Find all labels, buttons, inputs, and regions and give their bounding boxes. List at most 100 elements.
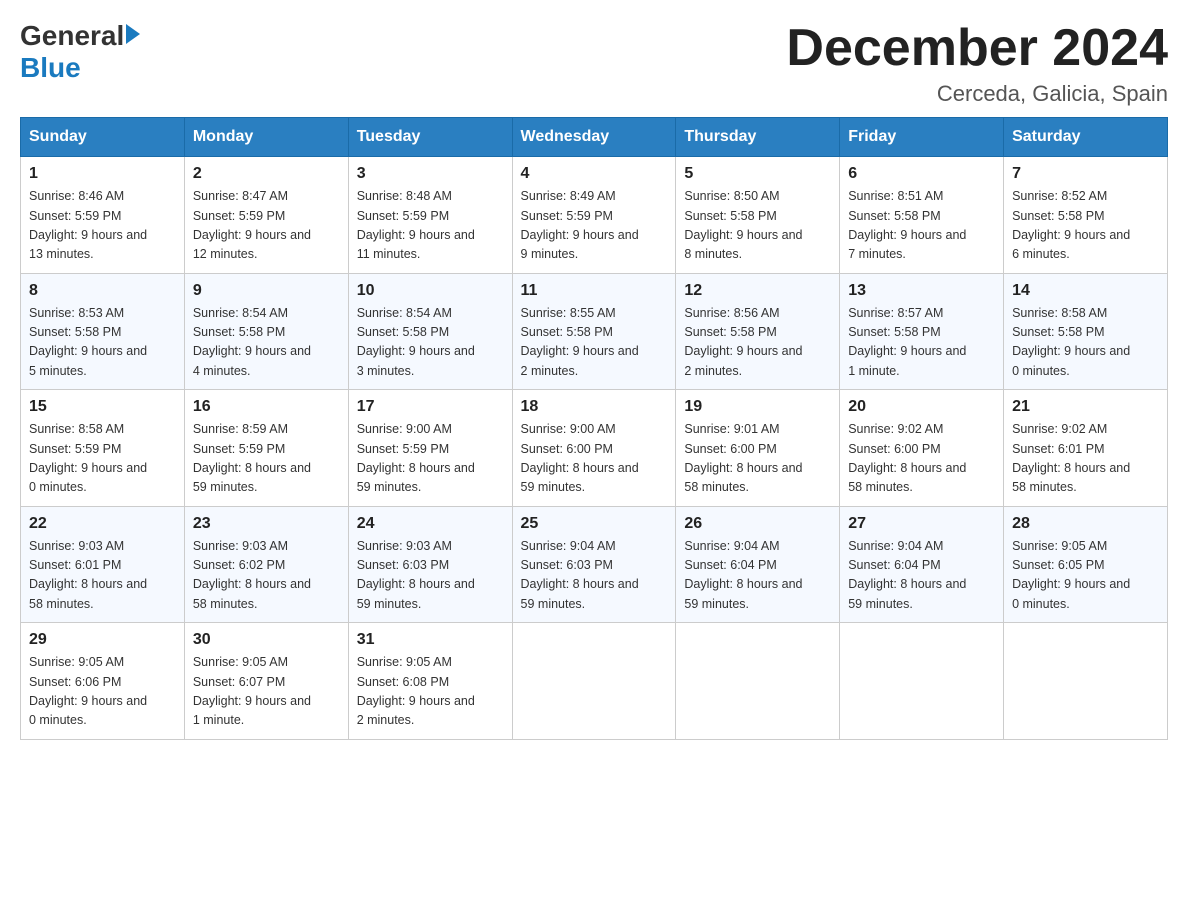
day-info: Sunrise: 8:52 AMSunset: 5:58 PMDaylight:…: [1012, 187, 1159, 265]
day-number: 9: [193, 282, 340, 300]
day-number: 17: [357, 398, 504, 416]
day-info: Sunrise: 8:54 AMSunset: 5:58 PMDaylight:…: [357, 304, 504, 382]
calendar-cell: 9 Sunrise: 8:54 AMSunset: 5:58 PMDaylight…: [184, 273, 348, 390]
calendar-cell: 4 Sunrise: 8:49 AMSunset: 5:59 PMDaylight…: [512, 157, 676, 274]
day-info: Sunrise: 8:58 AMSunset: 5:59 PMDaylight:…: [29, 420, 176, 498]
day-number: 30: [193, 631, 340, 649]
calendar-cell: 16 Sunrise: 8:59 AMSunset: 5:59 PMDayligh…: [184, 390, 348, 507]
weekday-header-thursday: Thursday: [676, 118, 840, 157]
calendar-cell: 11 Sunrise: 8:55 AMSunset: 5:58 PMDayligh…: [512, 273, 676, 390]
day-info: Sunrise: 8:53 AMSunset: 5:58 PMDaylight:…: [29, 304, 176, 382]
day-info: Sunrise: 8:50 AMSunset: 5:58 PMDaylight:…: [684, 187, 831, 265]
day-info: Sunrise: 8:58 AMSunset: 5:58 PMDaylight:…: [1012, 304, 1159, 382]
day-number: 4: [521, 165, 668, 183]
calendar-cell: 14 Sunrise: 8:58 AMSunset: 5:58 PMDayligh…: [1004, 273, 1168, 390]
calendar-week-row: 8 Sunrise: 8:53 AMSunset: 5:58 PMDaylight…: [21, 273, 1168, 390]
calendar-cell: 7Sunrise: 8:52 AMSunset: 5:58 PMDaylight…: [1004, 157, 1168, 274]
calendar-cell: 2Sunrise: 8:47 AMSunset: 5:59 PMDaylight…: [184, 157, 348, 274]
day-info: Sunrise: 9:05 AMSunset: 6:05 PMDaylight:…: [1012, 537, 1159, 615]
day-info: Sunrise: 9:03 AMSunset: 6:03 PMDaylight:…: [357, 537, 504, 615]
calendar-week-row: 15 Sunrise: 8:58 AMSunset: 5:59 PMDayligh…: [21, 390, 1168, 507]
calendar-cell: 18 Sunrise: 9:00 AMSunset: 6:00 PMDayligh…: [512, 390, 676, 507]
day-number: 20: [848, 398, 995, 416]
calendar-cell: [676, 623, 840, 740]
day-number: 1: [29, 165, 176, 183]
calendar-cell: 15 Sunrise: 8:58 AMSunset: 5:59 PMDayligh…: [21, 390, 185, 507]
day-info: Sunrise: 9:02 AMSunset: 6:01 PMDaylight:…: [1012, 420, 1159, 498]
logo-blue-text: Blue: [20, 52, 81, 84]
day-number: 24: [357, 515, 504, 533]
calendar-cell: 5 Sunrise: 8:50 AMSunset: 5:58 PMDaylight…: [676, 157, 840, 274]
calendar-cell: 6Sunrise: 8:51 AMSunset: 5:58 PMDaylight…: [840, 157, 1004, 274]
day-info: Sunrise: 8:46 AMSunset: 5:59 PMDaylight:…: [29, 187, 176, 265]
calendar-cell: 3 Sunrise: 8:48 AMSunset: 5:59 PMDaylight…: [348, 157, 512, 274]
calendar-cell: 12Sunrise: 8:56 AMSunset: 5:58 PMDayligh…: [676, 273, 840, 390]
day-number: 11: [521, 282, 668, 300]
day-info: Sunrise: 8:51 AMSunset: 5:58 PMDaylight:…: [848, 187, 995, 265]
day-number: 8: [29, 282, 176, 300]
day-info: Sunrise: 9:05 AMSunset: 6:07 PMDaylight:…: [193, 653, 340, 731]
day-number: 23: [193, 515, 340, 533]
calendar-cell: 28 Sunrise: 9:05 AMSunset: 6:05 PMDayligh…: [1004, 506, 1168, 623]
day-number: 18: [521, 398, 668, 416]
day-number: 15: [29, 398, 176, 416]
month-year-title: December 2024: [786, 20, 1168, 77]
day-info: Sunrise: 9:00 AMSunset: 6:00 PMDaylight:…: [521, 420, 668, 498]
calendar-cell: 21 Sunrise: 9:02 AMSunset: 6:01 PMDayligh…: [1004, 390, 1168, 507]
day-number: 27: [848, 515, 995, 533]
day-info: Sunrise: 9:00 AMSunset: 5:59 PMDaylight:…: [357, 420, 504, 498]
day-info: Sunrise: 8:55 AMSunset: 5:58 PMDaylight:…: [521, 304, 668, 382]
day-info: Sunrise: 9:01 AMSunset: 6:00 PMDaylight:…: [684, 420, 831, 498]
calendar-cell: 26 Sunrise: 9:04 AMSunset: 6:04 PMDayligh…: [676, 506, 840, 623]
calendar-header-row: SundayMondayTuesdayWednesdayThursdayFrid…: [21, 118, 1168, 157]
calendar-cell: 17 Sunrise: 9:00 AMSunset: 5:59 PMDayligh…: [348, 390, 512, 507]
calendar-cell: [840, 623, 1004, 740]
calendar-cell: 31 Sunrise: 9:05 AMSunset: 6:08 PMDayligh…: [348, 623, 512, 740]
location-subtitle: Cerceda, Galicia, Spain: [786, 81, 1168, 107]
weekday-header-tuesday: Tuesday: [348, 118, 512, 157]
calendar-cell: 10 Sunrise: 8:54 AMSunset: 5:58 PMDayligh…: [348, 273, 512, 390]
day-number: 21: [1012, 398, 1159, 416]
day-number: 16: [193, 398, 340, 416]
day-info: Sunrise: 9:03 AMSunset: 6:02 PMDaylight:…: [193, 537, 340, 615]
weekday-header-sunday: Sunday: [21, 118, 185, 157]
day-number: 14: [1012, 282, 1159, 300]
day-number: 5: [684, 165, 831, 183]
day-number: 31: [357, 631, 504, 649]
calendar-week-row: 22Sunrise: 9:03 AMSunset: 6:01 PMDayligh…: [21, 506, 1168, 623]
day-info: Sunrise: 8:57 AMSunset: 5:58 PMDaylight:…: [848, 304, 995, 382]
day-number: 26: [684, 515, 831, 533]
weekday-header-wednesday: Wednesday: [512, 118, 676, 157]
calendar-week-row: 1 Sunrise: 8:46 AMSunset: 5:59 PMDaylight…: [21, 157, 1168, 274]
day-info: Sunrise: 8:48 AMSunset: 5:59 PMDaylight:…: [357, 187, 504, 265]
logo: General Blue: [20, 20, 140, 84]
calendar-cell: 25 Sunrise: 9:04 AMSunset: 6:03 PMDayligh…: [512, 506, 676, 623]
calendar-cell: 29 Sunrise: 9:05 AMSunset: 6:06 PMDayligh…: [21, 623, 185, 740]
weekday-header-monday: Monday: [184, 118, 348, 157]
day-info: Sunrise: 9:04 AMSunset: 6:04 PMDaylight:…: [684, 537, 831, 615]
day-info: Sunrise: 8:56 AMSunset: 5:58 PMDaylight:…: [684, 304, 831, 382]
page-header: General Blue December 2024 Cerceda, Gali…: [20, 20, 1168, 107]
day-number: 22: [29, 515, 176, 533]
calendar-cell: 23 Sunrise: 9:03 AMSunset: 6:02 PMDayligh…: [184, 506, 348, 623]
weekday-header-saturday: Saturday: [1004, 118, 1168, 157]
day-number: 3: [357, 165, 504, 183]
day-info: Sunrise: 8:49 AMSunset: 5:59 PMDaylight:…: [521, 187, 668, 265]
day-number: 10: [357, 282, 504, 300]
title-section: December 2024 Cerceda, Galicia, Spain: [786, 20, 1168, 107]
day-info: Sunrise: 9:05 AMSunset: 6:08 PMDaylight:…: [357, 653, 504, 731]
day-info: Sunrise: 8:59 AMSunset: 5:59 PMDaylight:…: [193, 420, 340, 498]
day-number: 25: [521, 515, 668, 533]
day-info: Sunrise: 8:47 AMSunset: 5:59 PMDaylight:…: [193, 187, 340, 265]
calendar-cell: [1004, 623, 1168, 740]
calendar-cell: 1 Sunrise: 8:46 AMSunset: 5:59 PMDaylight…: [21, 157, 185, 274]
calendar-cell: 24 Sunrise: 9:03 AMSunset: 6:03 PMDayligh…: [348, 506, 512, 623]
day-info: Sunrise: 8:54 AMSunset: 5:58 PMDaylight:…: [193, 304, 340, 382]
day-info: Sunrise: 9:05 AMSunset: 6:06 PMDaylight:…: [29, 653, 176, 731]
calendar-cell: 19Sunrise: 9:01 AMSunset: 6:00 PMDayligh…: [676, 390, 840, 507]
day-number: 28: [1012, 515, 1159, 533]
calendar-week-row: 29 Sunrise: 9:05 AMSunset: 6:06 PMDayligh…: [21, 623, 1168, 740]
day-info: Sunrise: 9:04 AMSunset: 6:04 PMDaylight:…: [848, 537, 995, 615]
day-number: 29: [29, 631, 176, 649]
day-info: Sunrise: 9:04 AMSunset: 6:03 PMDaylight:…: [521, 537, 668, 615]
